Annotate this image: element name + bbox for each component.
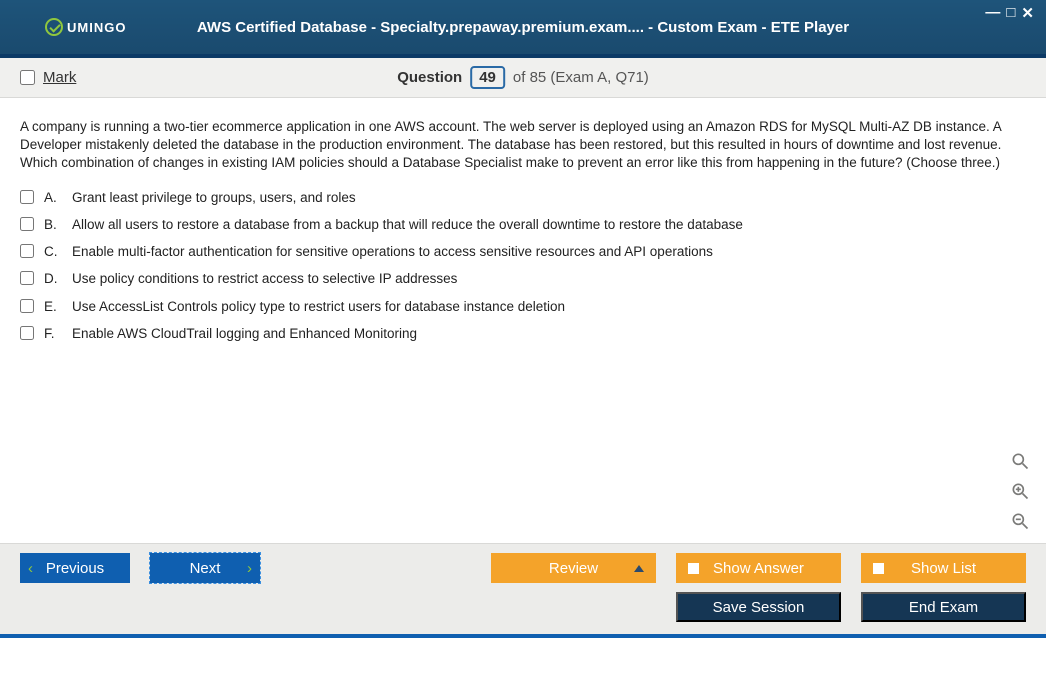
option-row: C. Enable multi-factor authentication for… [20, 243, 1026, 261]
logo-text: UMINGO [67, 20, 126, 35]
mark-checkbox[interactable] [20, 70, 35, 85]
option-text: Use AccessList Controls policy type to r… [72, 298, 1026, 316]
show-answer-button[interactable]: Show Answer [676, 553, 841, 583]
next-label: Next [190, 560, 221, 577]
chevron-left-icon: ‹ [28, 560, 33, 577]
option-checkbox[interactable] [20, 271, 34, 285]
show-list-button[interactable]: Show List [861, 553, 1026, 583]
previous-label: Previous [46, 560, 104, 577]
option-text: Grant least privilege to groups, users, … [72, 189, 1026, 207]
window-controls: — □ ✕ [985, 4, 1034, 22]
end-exam-button[interactable]: End Exam [861, 592, 1026, 622]
review-label: Review [549, 560, 598, 577]
option-checkbox[interactable] [20, 326, 34, 340]
option-checkbox[interactable] [20, 244, 34, 258]
question-header: Mark Question 49 of 85 (Exam A, Q71) [0, 58, 1046, 98]
option-letter: F. [44, 325, 62, 343]
search-icon[interactable] [1008, 449, 1032, 473]
square-icon [873, 563, 884, 574]
mark-label[interactable]: Mark [43, 69, 76, 86]
option-row: E. Use AccessList Controls policy type to… [20, 298, 1026, 316]
option-checkbox[interactable] [20, 190, 34, 204]
option-checkbox[interactable] [20, 299, 34, 313]
next-button[interactable]: Next › [150, 553, 260, 583]
options-list: A. Grant least privilege to groups, users… [20, 189, 1026, 343]
zoom-in-icon[interactable] [1008, 479, 1032, 503]
square-icon [688, 563, 699, 574]
triangle-up-icon [634, 565, 644, 572]
option-text: Use policy conditions to restrict access… [72, 270, 1026, 288]
footer-row-2: Save Session End Exam [0, 592, 1046, 638]
review-button[interactable]: Review [491, 553, 656, 583]
zoom-out-icon[interactable] [1008, 509, 1032, 533]
footer-row-1: ‹ Previous Next › Review Show Answer Show … [0, 543, 1046, 592]
titlebar: UMINGO AWS Certified Database - Specialt… [0, 0, 1046, 58]
logo-check-icon [45, 18, 63, 36]
question-position: Question 49 of 85 (Exam A, Q71) [397, 66, 649, 89]
close-icon[interactable]: ✕ [1021, 4, 1034, 22]
option-checkbox[interactable] [20, 217, 34, 231]
option-letter: A. [44, 189, 62, 207]
save-session-button[interactable]: Save Session [676, 592, 841, 622]
show-list-label: Show List [911, 560, 976, 577]
option-row: B. Allow all users to restore a database … [20, 216, 1026, 234]
option-text: Enable multi-factor authentication for s… [72, 243, 1026, 261]
question-number: 49 [470, 66, 505, 89]
question-word: Question [397, 69, 462, 86]
chevron-right-icon: › [247, 560, 252, 577]
mark-control[interactable]: Mark [20, 69, 76, 86]
app-logo: UMINGO [45, 18, 126, 36]
question-content: A company is running a two-tier ecommerc… [0, 98, 1046, 543]
option-letter: E. [44, 298, 62, 316]
previous-button[interactable]: ‹ Previous [20, 553, 130, 583]
show-answer-label: Show Answer [713, 560, 804, 577]
option-row: D. Use policy conditions to restrict acce… [20, 270, 1026, 288]
option-text: Enable AWS CloudTrail logging and Enhanc… [72, 325, 1026, 343]
zoom-controls [1008, 449, 1032, 533]
option-letter: C. [44, 243, 62, 261]
maximize-icon[interactable]: □ [1006, 4, 1015, 22]
option-row: A. Grant least privilege to groups, users… [20, 189, 1026, 207]
option-row: F. Enable AWS CloudTrail logging and Enha… [20, 325, 1026, 343]
window-title: AWS Certified Database - Specialty.prepa… [197, 19, 849, 36]
question-text: A company is running a two-tier ecommerc… [20, 118, 1026, 173]
option-letter: B. [44, 216, 62, 234]
option-letter: D. [44, 270, 62, 288]
minimize-icon[interactable]: — [985, 4, 1000, 22]
question-total: of 85 (Exam A, Q71) [513, 69, 649, 86]
option-text: Allow all users to restore a database fr… [72, 216, 1026, 234]
